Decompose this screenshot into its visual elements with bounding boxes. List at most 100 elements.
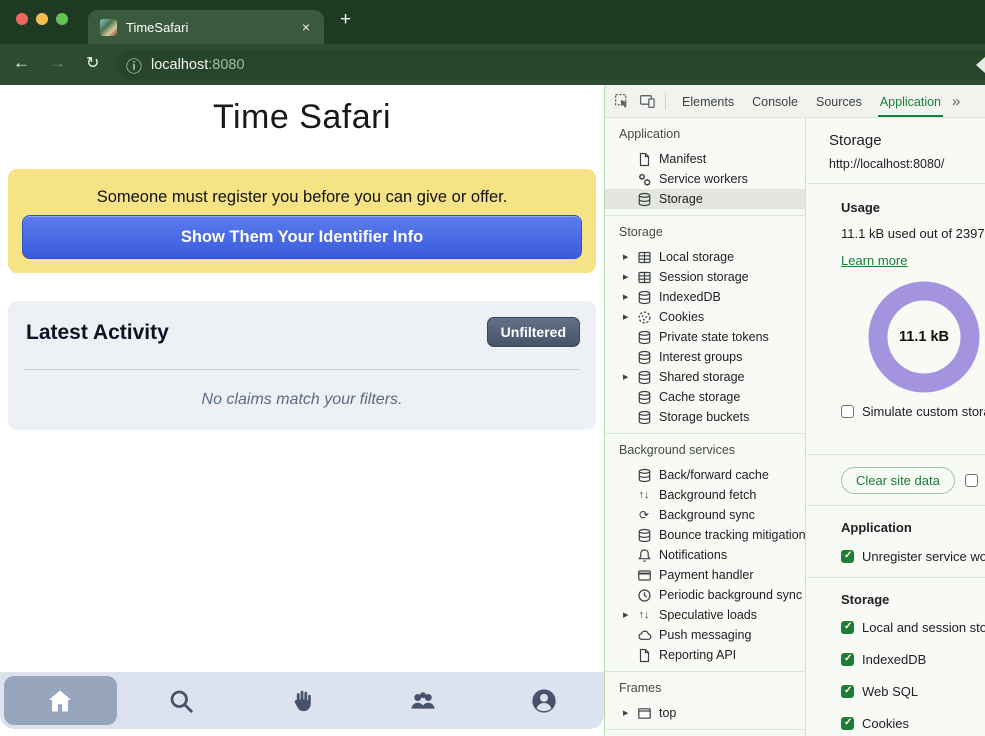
sidebar-item-background-sync[interactable]: ⟳Background sync	[605, 505, 805, 525]
db-icon	[636, 329, 652, 345]
sidebar-section-application: ApplicationManifestService workersStorag…	[605, 118, 805, 216]
sidebar-item-label: Cookies	[659, 310, 704, 324]
sidebar-item-payment-handler[interactable]: Payment handler	[605, 565, 805, 585]
sidebar-item-label: Background sync	[659, 508, 755, 522]
sidebar-item-label: Manifest	[659, 152, 706, 166]
db-icon	[636, 527, 652, 543]
sidebar-item-reporting-api[interactable]: Reporting API	[605, 645, 805, 665]
sidebar-item-label: Payment handler	[659, 568, 754, 582]
people-icon	[408, 686, 438, 716]
browser-tab[interactable]: TimeSafari ×	[88, 10, 324, 44]
sidebar-item-shared-storage[interactable]: ▶Shared storage	[605, 367, 805, 387]
minimize-window-button[interactable]	[36, 13, 48, 25]
learn-more-link[interactable]: Learn more	[841, 253, 907, 268]
sidebar-item-bounce-tracking-mitigation[interactable]: Bounce tracking mitigation	[605, 525, 805, 545]
sidebar-item-service-workers[interactable]: Service workers	[605, 169, 805, 189]
new-tab-button[interactable]: +	[340, 9, 351, 31]
devtools-tabbar: ElementsConsoleSourcesApplication »	[605, 85, 985, 118]
close-window-button[interactable]	[16, 13, 28, 25]
sidebar-item-speculative-loads[interactable]: ▶↑↓Speculative loads	[605, 605, 805, 625]
file-icon	[636, 151, 652, 167]
sidebar-item-notifications[interactable]: Notifications	[605, 545, 805, 565]
browser-window: TimeSafari × + ← → ↻ ⓘ localhost :8080 T…	[0, 0, 985, 736]
reload-button[interactable]: ↻	[86, 53, 99, 73]
sidebar-item-indexeddb[interactable]: ▶ IndexedDB	[605, 287, 805, 307]
sidebar-item-cache-storage[interactable]: Cache storage	[605, 387, 805, 407]
simulate-custom-storage-checkbox[interactable]	[841, 405, 854, 418]
db-icon	[636, 289, 652, 305]
checkbox-label: Cookies	[862, 716, 909, 731]
check-row-unregister-service-wor: Unregister service wor	[841, 549, 985, 564]
sidebar-item-interest-groups[interactable]: Interest groups	[605, 347, 805, 367]
sidebar-item-label: Push messaging	[659, 628, 751, 642]
sidebar-item-manifest[interactable]: Manifest	[605, 149, 805, 169]
sidebar-item-storage[interactable]: Storage	[605, 189, 805, 209]
db-icon	[636, 369, 652, 385]
devtools-tab-elements[interactable]: Elements	[673, 85, 743, 118]
including-third-party-checkbox[interactable]	[965, 474, 978, 487]
expand-arrow-icon[interactable]: ▶	[623, 293, 636, 301]
alert-message: Someone must register you before you can…	[8, 188, 596, 207]
sidebar-item-private-state-tokens[interactable]: Private state tokens	[605, 327, 805, 347]
expand-arrow-icon[interactable]: ▶	[623, 373, 636, 381]
device-toolbar-icon[interactable]	[639, 93, 656, 109]
sidebar-item-label: IndexedDB	[659, 290, 721, 304]
sidebar-item-label: Notifications	[659, 548, 727, 562]
tab-close-icon[interactable]: ×	[300, 19, 312, 35]
devtools-tab-application[interactable]: Application	[871, 85, 950, 118]
sidebar-item-push-messaging[interactable]: Push messaging	[605, 625, 805, 645]
sidebar-item-top[interactable]: ▶top	[605, 703, 805, 723]
nav-item-people[interactable]	[362, 672, 483, 729]
sidebar-item-periodic-background-sync[interactable]: Periodic background sync	[605, 585, 805, 605]
sidebar-section-title: Frames	[605, 681, 805, 703]
file-icon	[636, 647, 652, 663]
checkbox-label: Unregister service wor	[862, 549, 985, 564]
nav-item-person[interactable]	[483, 672, 604, 729]
empty-state-message: No claims match your filters.	[8, 391, 596, 409]
expand-arrow-icon[interactable]: ▶	[623, 253, 636, 261]
site-info-icon[interactable]: ⓘ	[126, 53, 142, 77]
nav-item-search[interactable]	[121, 672, 242, 729]
unregister-service-wor-checkbox[interactable]	[841, 550, 854, 563]
more-tabs-icon[interactable]: »	[952, 93, 960, 110]
expand-arrow-icon[interactable]: ▶	[623, 709, 636, 717]
sidebar-item-storage-buckets[interactable]: Storage buckets	[605, 407, 805, 427]
show-identifier-info-button[interactable]: Show Them Your Identifier Info	[22, 215, 582, 259]
sidebar-item-session-storage[interactable]: ▶Session storage	[605, 267, 805, 287]
sidebar-item-label: Back/forward cache	[659, 468, 769, 482]
url-host: localhost	[151, 57, 208, 73]
sidebar-section-frames: Frames▶top	[605, 672, 805, 730]
devtools-sidebar: ApplicationManifestService workersStorag…	[605, 118, 806, 736]
address-bar[interactable]: ⓘ localhost :8080	[116, 50, 985, 80]
nav-item-hand[interactable]	[242, 672, 363, 729]
db-icon	[636, 467, 652, 483]
hand-icon	[287, 686, 317, 716]
sidebar-item-cookies[interactable]: ▶ Cookies	[605, 307, 805, 327]
devtools-tab-console[interactable]: Console	[743, 85, 807, 118]
updown-icon: ↑↓	[636, 487, 652, 503]
sidebar-item-local-storage[interactable]: ▶Local storage	[605, 247, 805, 267]
divider	[807, 454, 985, 455]
clear-site-data-button[interactable]: Clear site data	[841, 467, 955, 494]
nav-item-home[interactable]	[0, 672, 121, 729]
unfiltered-filter-button[interactable]: Unfiltered	[487, 317, 580, 347]
maximize-window-button[interactable]	[56, 13, 68, 25]
expand-arrow-icon[interactable]: ▶	[623, 273, 636, 281]
latest-activity-heading: Latest Activity	[26, 321, 169, 345]
expand-arrow-icon[interactable]: ▶	[623, 611, 636, 619]
web-page: Time Safari Someone must register you be…	[0, 85, 604, 736]
local-and-session-stor-checkbox[interactable]	[841, 621, 854, 634]
indexeddb-checkbox[interactable]	[841, 653, 854, 666]
check-row-cookies: Cookies	[841, 716, 985, 731]
sidebar-item-background-fetch[interactable]: ↑↓Background fetch	[605, 485, 805, 505]
traffic-lights	[16, 13, 68, 25]
back-button[interactable]: ←	[13, 53, 30, 73]
donut-usage-label: 11.1 kB	[868, 329, 980, 345]
devtools-tab-sources[interactable]: Sources	[807, 85, 871, 118]
sidebar-item-back-forward-cache[interactable]: Back/forward cache	[605, 465, 805, 485]
clock-icon	[636, 587, 652, 603]
web-sql-checkbox[interactable]	[841, 685, 854, 698]
inspect-element-icon[interactable]	[614, 93, 630, 109]
cookies-checkbox[interactable]	[841, 717, 854, 730]
expand-arrow-icon[interactable]: ▶	[623, 313, 636, 321]
